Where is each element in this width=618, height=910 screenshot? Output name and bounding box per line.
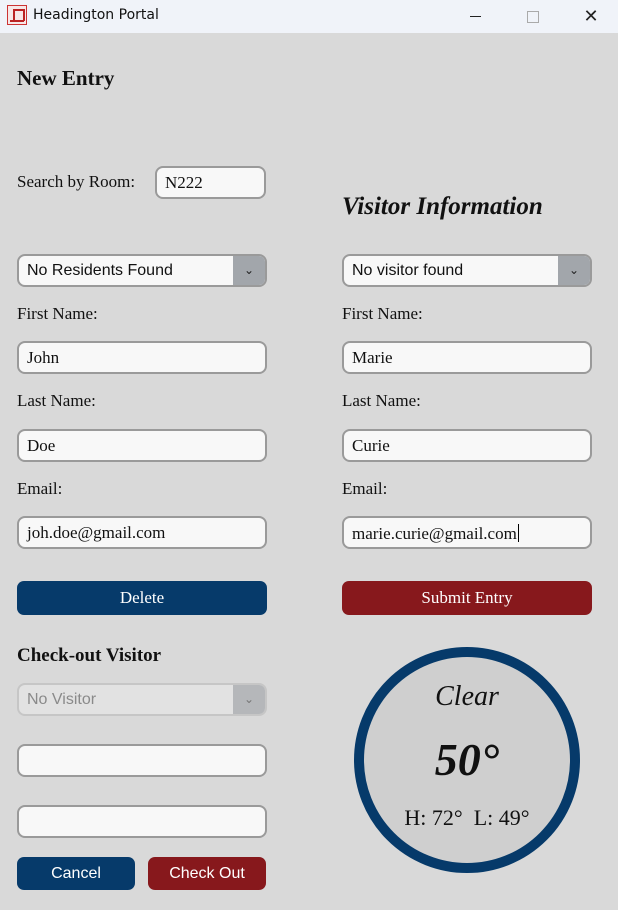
checkout-heading: Check-out Visitor [17,645,162,666]
chevron-down-icon[interactable]: ⌄ [233,685,265,714]
delete-button[interactable]: Delete [17,581,267,615]
room-search-input[interactable]: N222 [155,166,266,199]
checkout-field-2[interactable] [17,805,267,838]
resident-first-name-input[interactable]: John [17,341,267,374]
visitor-email-label: Email: [342,479,388,498]
app-logo-icon [7,5,27,25]
text-cursor [517,524,519,542]
new-entry-heading: New Entry [17,66,115,90]
visitor-info-heading: Visitor Information [342,193,543,220]
resident-select[interactable]: No Residents Found ⌄ [17,254,267,287]
search-room-label: Search by Room: [17,172,136,191]
minimize-button[interactable] [446,0,504,33]
maximize-button[interactable] [504,0,562,33]
title-bar: Headington Portal ✕ [0,0,618,33]
weather-condition: Clear [435,681,499,712]
chevron-down-icon[interactable]: ⌄ [233,256,265,285]
cancel-button[interactable]: Cancel [17,857,135,890]
submit-entry-button[interactable]: Submit Entry [342,581,592,615]
window-title: Headington Portal [33,7,159,23]
resident-first-name-label: First Name: [17,304,98,323]
visitor-last-name-input[interactable]: Curie [342,429,592,462]
checkout-field-1[interactable] [17,744,267,777]
checkout-visitor-select-value: No Visitor [27,691,97,708]
checkout-visitor-select[interactable]: No Visitor ⌄ [17,683,267,716]
weather-temperature: 50° [434,734,500,785]
minimize-icon [469,16,481,17]
resident-last-name-input[interactable]: Doe [17,429,267,462]
visitor-select[interactable]: No visitor found ⌄ [342,254,592,287]
resident-email-input[interactable]: joh.doe@gmail.com [17,516,267,549]
close-button[interactable]: ✕ [562,0,618,33]
weather-high-low: H: 72° L: 49° [404,805,530,830]
visitor-first-name-label: First Name: [342,304,423,323]
resident-last-name-label: Last Name: [17,391,96,410]
resident-select-value: No Residents Found [27,262,173,279]
visitor-first-name-input[interactable]: Marie [342,341,592,374]
visitor-last-name-label: Last Name: [342,391,421,410]
weather-widget: Clear 50° H: 72° L: 49° [354,647,580,873]
resident-email-label: Email: [17,479,63,498]
visitor-select-value: No visitor found [352,262,464,279]
maximize-icon [527,10,539,23]
visitor-email-input[interactable]: marie.curie@gmail.com [342,516,592,549]
chevron-down-icon[interactable]: ⌄ [558,256,590,285]
check-out-button[interactable]: Check Out [148,857,266,890]
visitor-email-value: marie.curie@gmail.com [352,524,517,543]
